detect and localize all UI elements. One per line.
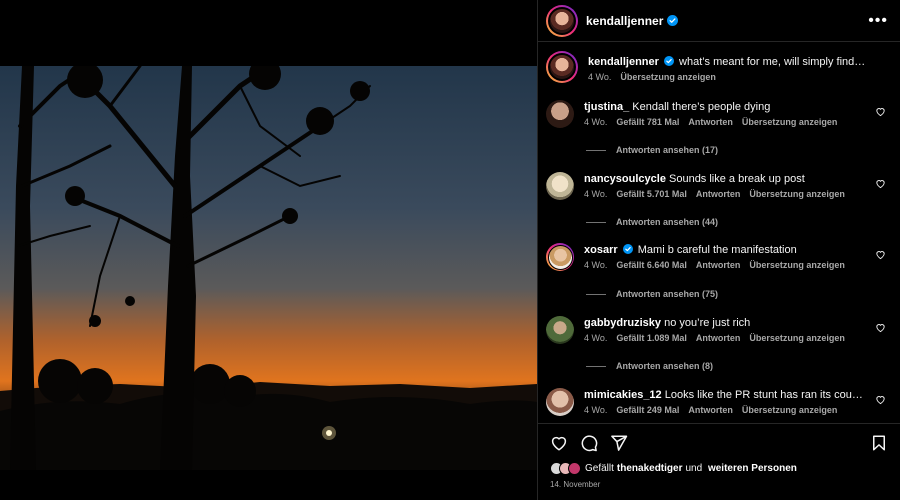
translate-link[interactable]: Übersetzung anzeigen xyxy=(742,117,838,127)
comment-avatar[interactable] xyxy=(546,100,574,128)
likes-others-link[interactable]: weiteren Personen xyxy=(708,463,797,474)
comment-age: 4 Wo. xyxy=(584,333,608,343)
comment-icon[interactable] xyxy=(580,434,598,452)
author-avatar[interactable] xyxy=(546,4,578,37)
action-bar xyxy=(550,424,888,462)
caption-avatar[interactable] xyxy=(546,51,578,83)
comments-list[interactable]: kendalljenner what’s meant for me, will … xyxy=(538,43,900,423)
post-photo[interactable] xyxy=(0,66,537,470)
view-replies-button[interactable]: Antworten ansehen (8) xyxy=(586,361,713,371)
comment-likes[interactable]: Gefällt 1.089 Mal xyxy=(616,333,687,343)
comment-text: Kendall there’s people dying xyxy=(632,101,771,113)
heart-icon[interactable] xyxy=(875,178,886,189)
comment-username[interactable]: tjustina_ xyxy=(584,101,629,113)
post-date: 14. November xyxy=(550,480,601,489)
comment-item: mimicakies_12 Looks like the PR stunt ha… xyxy=(546,388,888,416)
heart-icon[interactable] xyxy=(550,434,568,452)
comment-username[interactable]: xosarr xyxy=(584,244,618,256)
view-replies-label: Antworten ansehen (44) xyxy=(616,217,719,227)
comment-username[interactable]: nancysoulcycle xyxy=(584,173,666,185)
heart-icon[interactable] xyxy=(875,394,886,405)
comment-item: nancysoulcycle Sounds like a break up po… xyxy=(546,172,888,200)
comment-avatar[interactable] xyxy=(546,388,574,416)
view-replies-label: Antworten ansehen (75) xyxy=(616,289,719,299)
reply-button[interactable]: Antworten xyxy=(696,260,741,270)
liked-by-username[interactable]: thenakedtiger xyxy=(617,463,683,474)
bookmark-icon[interactable] xyxy=(870,434,888,452)
verified-icon xyxy=(667,15,679,26)
caption-username[interactable]: kendalljenner xyxy=(588,56,659,68)
comment-avatar[interactable] xyxy=(546,243,574,271)
verified-icon xyxy=(663,56,674,66)
post-footer: Gefällt thenakedtiger und weiteren Persone… xyxy=(538,423,900,500)
view-replies-label: Antworten ansehen (17) xyxy=(616,145,719,155)
heart-icon[interactable] xyxy=(875,106,886,117)
post-caption: kendalljenner what’s meant for me, will … xyxy=(546,51,888,83)
comment-item: tjustina_ Kendall there’s people dying 4… xyxy=(546,100,888,128)
post-sidebar: kendalljenner ••• kendalljenner what’s m… xyxy=(537,0,900,500)
comment-item: gabbydruzisky no you’re just rich 4 Wo. … xyxy=(546,316,888,344)
likes-mid: und xyxy=(685,463,703,474)
comment-text: no you’re just rich xyxy=(664,317,751,329)
reply-button[interactable]: Antworten xyxy=(688,117,733,127)
heart-icon[interactable] xyxy=(875,249,886,260)
more-icon[interactable]: ••• xyxy=(868,12,888,30)
comment-item: xosarr Mami b careful the manifestation … xyxy=(546,243,888,271)
liker-avatar xyxy=(568,462,581,475)
share-icon[interactable] xyxy=(610,434,628,452)
post-header: kendalljenner ••• xyxy=(538,0,900,42)
likes-summary[interactable]: Gefällt thenakedtiger und weiteren Persone… xyxy=(550,462,888,475)
comment-avatar[interactable] xyxy=(546,316,574,344)
author-username[interactable]: kendalljenner xyxy=(586,14,663,28)
post-media[interactable] xyxy=(0,0,537,500)
comment-text: Sounds like a break up post xyxy=(669,173,805,185)
translate-link[interactable]: Übersetzung anzeigen xyxy=(749,333,845,343)
comment-likes[interactable]: Gefällt 5.701 Mal xyxy=(616,189,687,199)
view-replies-button[interactable]: Antworten ansehen (75) xyxy=(586,289,718,299)
verified-icon xyxy=(622,244,633,254)
comment-age: 4 Wo. xyxy=(584,117,608,127)
translate-link[interactable]: Übersetzung anzeigen xyxy=(749,260,845,270)
caption-age: 4 Wo. xyxy=(588,72,612,82)
comment-likes[interactable]: Gefällt 6.640 Mal xyxy=(616,260,687,270)
reply-button[interactable]: Antworten xyxy=(688,405,733,415)
translate-link[interactable]: Übersetzung anzeigen xyxy=(749,189,845,199)
heart-icon[interactable] xyxy=(875,322,886,333)
comment-text: Mami b careful the manifestation xyxy=(637,244,797,256)
view-replies-button[interactable]: Antworten ansehen (44) xyxy=(586,217,718,227)
comment-avatar[interactable] xyxy=(546,172,574,200)
comment-likes[interactable]: Gefällt 781 Mal xyxy=(616,117,679,127)
comment-text: Looks like the PR stunt has ran its cour… xyxy=(664,389,877,401)
sunset-photo xyxy=(0,66,537,470)
caption-translate-link[interactable]: Übersetzung anzeigen xyxy=(620,72,716,82)
view-replies-label: Antworten ansehen (8) xyxy=(616,361,714,371)
translate-link[interactable]: Übersetzung anzeigen xyxy=(742,405,838,415)
view-replies-button[interactable]: Antworten ansehen (17) xyxy=(586,145,718,155)
comment-username[interactable]: mimicakies_12 xyxy=(584,389,662,401)
comment-age: 4 Wo. xyxy=(584,260,608,270)
comment-age: 4 Wo. xyxy=(584,189,608,199)
likes-prefix: Gefällt xyxy=(585,463,614,474)
caption-text: what’s meant for me, will simply find me xyxy=(679,56,873,68)
comment-likes[interactable]: Gefällt 249 Mal xyxy=(616,405,679,415)
reply-button[interactable]: Antworten xyxy=(696,333,741,343)
comment-username[interactable]: gabbydruzisky xyxy=(584,317,661,329)
comment-age: 4 Wo. xyxy=(584,405,608,415)
reply-button[interactable]: Antworten xyxy=(696,189,741,199)
